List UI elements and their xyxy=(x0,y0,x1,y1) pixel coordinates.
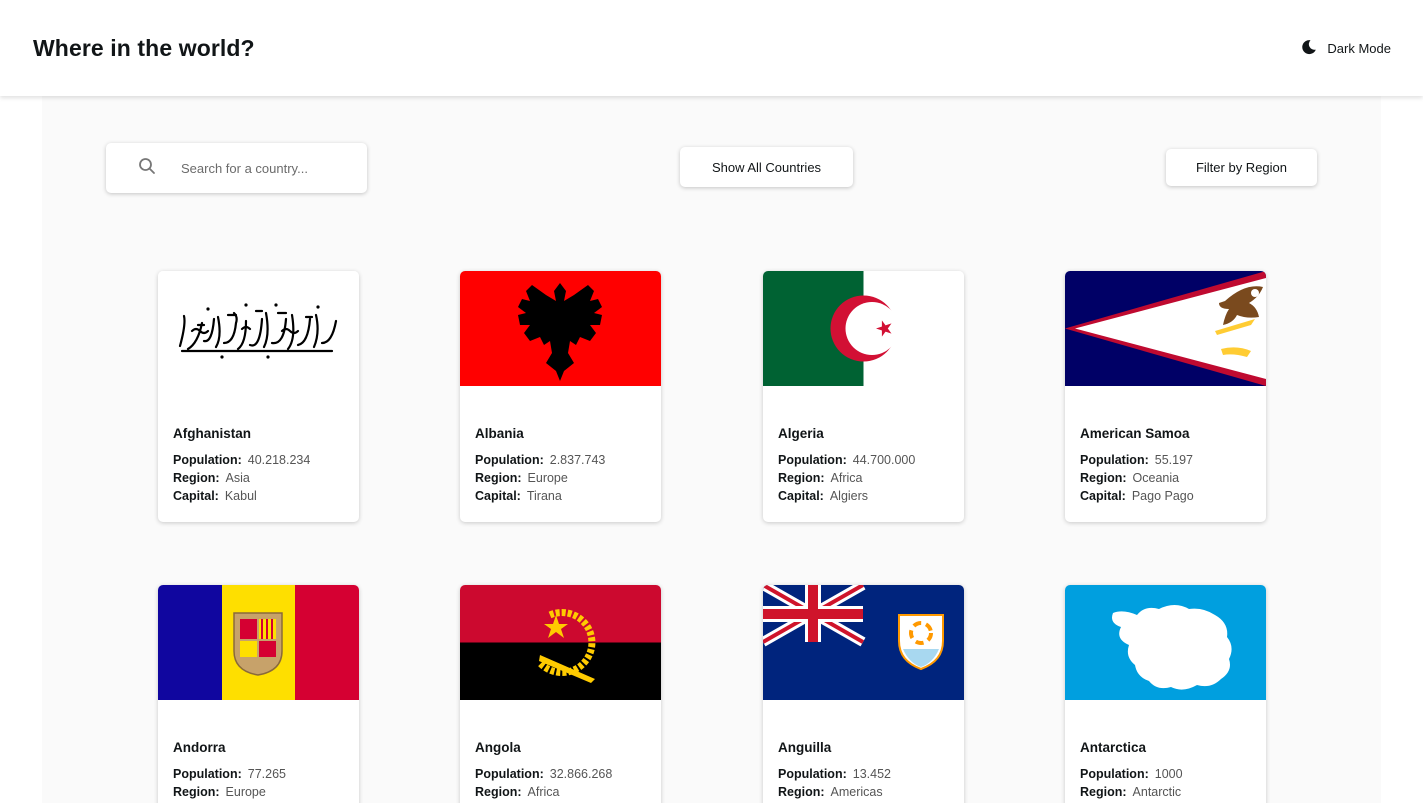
flag-image xyxy=(158,271,359,386)
population-value: 32.866.268 xyxy=(549,767,613,781)
region-value: Africa xyxy=(830,471,863,485)
search-box[interactable] xyxy=(106,143,367,193)
region-label: Region: xyxy=(778,471,825,485)
population-label: Population: xyxy=(173,767,242,781)
filter-by-region-dropdown[interactable]: Filter by Region xyxy=(1166,149,1317,186)
dark-mode-label: Dark Mode xyxy=(1327,40,1391,56)
capital-value: Kabul xyxy=(224,489,257,503)
flag-image xyxy=(460,271,661,386)
moon-icon xyxy=(1301,39,1317,58)
header: Where in the world? Dark Mode xyxy=(0,0,1423,96)
population-label: Population: xyxy=(1080,767,1149,781)
capital-value: Tirana xyxy=(526,489,562,503)
capital-label: Capital: xyxy=(173,489,219,503)
population-value: 13.452 xyxy=(852,767,891,781)
region-value: Antarctic xyxy=(1132,785,1182,799)
country-name: Antarctica xyxy=(1080,740,1147,755)
country-card[interactable]: Angola Population: 32.866.268 Region: Afri… xyxy=(460,585,661,803)
flag-image xyxy=(1065,271,1266,386)
flag-image xyxy=(763,585,964,700)
region-value: Asia xyxy=(225,471,250,485)
country-card[interactable]: Andorra Population: 77.265 Region: Europe xyxy=(158,585,359,803)
population-label: Population: xyxy=(778,453,847,467)
dark-mode-toggle[interactable]: Dark Mode xyxy=(1301,39,1391,58)
flag-image xyxy=(460,585,661,700)
population-label: Population: xyxy=(173,453,242,467)
country-name: American Samoa xyxy=(1080,426,1190,441)
country-card[interactable]: Antarctica Population: 1000 Region: Antarc… xyxy=(1065,585,1266,803)
population-label: Population: xyxy=(475,453,544,467)
country-name: Afghanistan xyxy=(173,426,252,441)
region-value: Oceania xyxy=(1132,471,1180,485)
region-value: Africa xyxy=(527,785,560,799)
capital-value: Algiers xyxy=(829,489,869,503)
region-label: Region: xyxy=(173,785,220,799)
search-input[interactable] xyxy=(181,160,361,176)
country-card[interactable]: Anguilla Population: 13.452 Region: Americ… xyxy=(763,585,964,803)
population-value: 77.265 xyxy=(247,767,286,781)
region-label: Region: xyxy=(475,785,522,799)
capital-label: Capital: xyxy=(778,489,824,503)
country-card[interactable]: Afghanistan Population: 40.218.234 Region… xyxy=(158,271,359,522)
region-label: Region: xyxy=(1080,785,1127,799)
region-label: Region: xyxy=(1080,471,1127,485)
show-all-countries-button[interactable]: Show All Countries xyxy=(680,147,853,187)
population-value: 55.197 xyxy=(1154,453,1193,467)
main-content: Show All Countries Filter by Region Afgh… xyxy=(0,96,1423,803)
population-value: 2.837.743 xyxy=(549,453,606,467)
population-value: 1000 xyxy=(1154,767,1183,781)
page-title: Where in the world? xyxy=(33,34,255,61)
population-label: Population: xyxy=(1080,453,1149,467)
country-name: Algeria xyxy=(778,426,824,441)
population-label: Population: xyxy=(475,767,544,781)
flag-image xyxy=(158,585,359,700)
region-label: Region: xyxy=(778,785,825,799)
country-card[interactable]: Albania Population: 2.837.743 Region: Euro… xyxy=(460,271,661,522)
population-value: 40.218.234 xyxy=(247,453,311,467)
region-value: Europe xyxy=(527,471,568,485)
country-name: Albania xyxy=(475,426,524,441)
country-card[interactable]: American Samoa Population: 55.197 Region:… xyxy=(1065,271,1266,522)
population-value: 44.700.000 xyxy=(852,453,916,467)
flag-image xyxy=(1065,585,1266,700)
country-name: Andorra xyxy=(173,740,226,755)
region-label: Region: xyxy=(173,471,220,485)
capital-label: Capital: xyxy=(1080,489,1126,503)
capital-label: Capital: xyxy=(475,489,521,503)
capital-value: Pago Pago xyxy=(1131,489,1194,503)
flag-image xyxy=(763,271,964,386)
population-label: Population: xyxy=(778,767,847,781)
search-icon xyxy=(138,157,156,180)
country-name: Anguilla xyxy=(778,740,832,755)
country-card[interactable]: Algeria Population: 44.700.000 Region: Afr… xyxy=(763,271,964,522)
region-value: Europe xyxy=(225,785,266,799)
country-name: Angola xyxy=(475,740,521,755)
region-value: Americas xyxy=(830,785,883,799)
region-label: Region: xyxy=(475,471,522,485)
